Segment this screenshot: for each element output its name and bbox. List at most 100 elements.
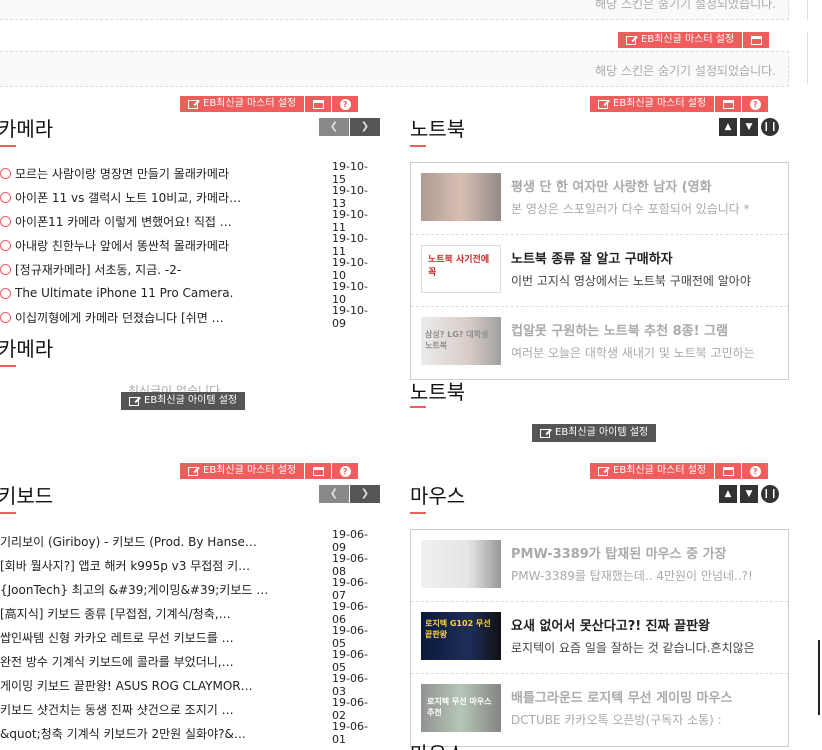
list-item[interactable]: 아이폰11 카메라 이렇게 변했어요! 직접 … 19-10-11 — [0, 208, 380, 234]
keyboard-nav: ❮ ❯ — [318, 485, 380, 503]
list-item[interactable]: [高지식] 키보드 종류 [무접점, 기계식/청축,… 19-06-06 — [0, 600, 380, 626]
check-circle-icon — [0, 239, 11, 251]
pause-icon: ❙❙ — [762, 122, 778, 132]
divider — [807, 32, 808, 84]
window-button[interactable] — [715, 463, 742, 479]
camera-title: 카메라 — [0, 117, 54, 141]
window-button[interactable] — [305, 96, 332, 112]
list-item[interactable]: 노트북 사기전에 꼭 노트북 종류 잘 알고 구매하자 이번 고지식 영상에서는… — [411, 235, 788, 307]
list-item[interactable]: 로지텍 무선 마우스 추천 배틀그라운드 로지텍 무선 게이밍 마우스 DCTU… — [411, 674, 788, 746]
master-settings-button[interactable]: EB최신글 마스터 설정 — [590, 463, 715, 479]
list-item[interactable]: &quot;청축 기계식 키보드가 2만원 실화야?&… 19-06-01 — [0, 720, 380, 746]
edit-icon — [598, 99, 608, 109]
up-button[interactable]: ▲ — [719, 118, 737, 136]
list-item[interactable]: 이십끼형에게 카메라 던졌습니다 [쉬면 … 19-10-09 — [0, 304, 380, 330]
help-icon: ? — [339, 98, 351, 110]
item-settings-button[interactable]: EB최신글 아이템 설정 — [121, 392, 246, 410]
chevron-up-icon: ▲ — [724, 489, 732, 499]
edit-icon — [188, 99, 198, 109]
hidden-skin-box-top: 해당 스킨은 숨기기 설정되었습니다. — [0, 0, 789, 20]
list-item[interactable]: 완전 방수 기계식 키보드에 콜라를 부었더니,… 19-06-05 — [0, 648, 380, 674]
title-underline — [0, 145, 16, 147]
title-underline — [0, 512, 16, 514]
help-button[interactable]: ? — [742, 463, 769, 479]
list-item[interactable]: 아이폰 11 vs 갤럭시 노트 10비교, 카메라… 19-10-13 — [0, 184, 380, 210]
window-button[interactable] — [743, 32, 770, 48]
list-item[interactable]: 게이밍 키보드 끝판왕! ASUS ROG CLAYMOR… 19-06-03 — [0, 672, 380, 698]
down-button[interactable]: ▼ — [740, 485, 758, 503]
list-item[interactable]: 모르는 사람이랑 명장면 만들기 몰래카메라 19-10-15 — [0, 160, 380, 186]
list-item[interactable]: PMW-3389가 탑재된 마우스 중 가장 PMW-3389를 탑재했는데..… — [411, 530, 788, 602]
master-settings-button[interactable]: EB최신글 마스터 설정 — [180, 96, 305, 112]
window-icon — [312, 466, 324, 476]
mouse-title-secondary: 마우스 — [410, 738, 465, 750]
help-button[interactable]: ? — [332, 96, 359, 112]
prev-button[interactable]: ❮ — [319, 485, 349, 503]
list-item[interactable]: 키보드 샷건치는 동생 진짜 샷건으로 조지기 … 19-06-02 — [0, 696, 380, 722]
list-item[interactable]: 삼성? LG? 대학생 노트북 컵알못 구원하는 노트북 추천 8종! 그램 여… — [411, 307, 788, 379]
window-button[interactable] — [715, 96, 742, 112]
check-circle-icon — [0, 311, 11, 323]
item-settings-button[interactable]: EB최신글 아이템 설정 — [532, 424, 657, 442]
down-button[interactable]: ▼ — [740, 118, 758, 136]
notebook-nav: ▲ ▼ ❙❙ — [716, 118, 779, 136]
master-settings-button[interactable]: EB최신글 마스터 설정 — [180, 463, 305, 479]
hidden-skin-box: 해당 스킨은 숨기기 설정되었습니다. — [0, 51, 789, 87]
master-settings-button[interactable]: EB최신글 마스터 설정 — [590, 96, 715, 112]
list-item[interactable]: {JoonTech} 최고의 &#39;게이밍&#39;키보드 … 19-06-0… — [0, 576, 380, 602]
divider — [807, 0, 808, 20]
notebook-title-secondary: 노트북 — [410, 380, 466, 404]
video-thumbnail[interactable]: 로지텍 무선 마우스 추천 — [421, 684, 501, 732]
chevron-up-icon: ▲ — [724, 122, 732, 132]
master-bar-top: EB최신글 마스터 설정 — [618, 32, 770, 48]
mouse-video-list: PMW-3389가 탑재된 마우스 중 가장 PMW-3389를 탑재했는데..… — [410, 529, 789, 747]
video-thumbnail[interactable]: 삼성? LG? 대학생 노트북 — [421, 317, 501, 365]
chevron-left-icon: ❮ — [329, 121, 339, 132]
window-icon — [312, 99, 324, 109]
window-icon — [722, 99, 734, 109]
hidden-skin-text: 해당 스킨은 숨기기 설정되었습니다. — [595, 64, 776, 78]
list-item[interactable]: 로지텍 G102 무선 끝판왕 요새 없어서 못산다고?! 진짜 끝판왕 로지텍… — [411, 602, 788, 674]
master-bar-camera: EB최신글 마스터 설정 ? — [180, 96, 359, 112]
list-item[interactable]: [정규재카메라] 서초동, 지금. -2- 19-10-10 — [0, 256, 380, 282]
master-bar-mouse: EB최신글 마스터 설정 ? — [590, 463, 769, 479]
list-item[interactable]: 기리보이 (Giriboy) - 키보드 (Prod. By Hanse… 19-… — [0, 528, 380, 554]
up-button[interactable]: ▲ — [719, 485, 737, 503]
pause-button[interactable]: ❙❙ — [761, 118, 779, 136]
video-thumbnail[interactable] — [421, 173, 501, 221]
pause-button[interactable]: ❙❙ — [761, 485, 779, 503]
list-item[interactable]: The Ultimate iPhone 11 Pro Camera. 19-10-… — [0, 280, 380, 306]
check-circle-icon — [0, 167, 11, 179]
video-thumbnail[interactable] — [421, 540, 501, 588]
list-item[interactable]: 아내랑 친한누나 앞에서 똥싼척 몰래카메라 19-10-11 — [0, 232, 380, 258]
pause-icon: ❙❙ — [762, 489, 778, 499]
window-button[interactable] — [305, 463, 332, 479]
help-button[interactable]: ? — [742, 96, 769, 112]
chevron-right-icon: ❯ — [360, 488, 370, 499]
check-circle-icon — [0, 263, 11, 275]
list-item[interactable]: 쌉인싸템 신형 카카오 레트로 무선 키보드를 … 19-06-05 — [0, 624, 380, 650]
edit-icon — [188, 466, 198, 476]
chevron-down-icon: ▼ — [745, 122, 753, 132]
help-button[interactable]: ? — [332, 463, 359, 479]
check-circle-icon — [0, 215, 11, 227]
video-thumbnail[interactable]: 로지텍 G102 무선 끝판왕 — [421, 612, 501, 660]
title-underline — [410, 406, 426, 408]
list-item[interactable]: 평생 단 한 여자만 사랑한 남자 (영화 본 영상은 스포일러가 다수 포함되… — [411, 163, 788, 235]
list-item[interactable]: [회바 뭘사지?] 앱코 해커 k995p v3 무접점 키… 19-06-08 — [0, 552, 380, 578]
chevron-down-icon: ▼ — [745, 489, 753, 499]
keyboard-post-list: 기리보이 (Giriboy) - 키보드 (Prod. By Hanse… 19-… — [0, 528, 380, 746]
next-button[interactable]: ❯ — [350, 118, 380, 136]
video-thumbnail[interactable]: 노트북 사기전에 꼭 — [421, 245, 501, 293]
notebook-video-list: 평생 단 한 여자만 사랑한 남자 (영화 본 영상은 스포일러가 다수 포함되… — [410, 162, 789, 380]
help-icon: ? — [749, 98, 761, 110]
next-button[interactable]: ❯ — [350, 485, 380, 503]
help-icon: ? — [749, 465, 761, 477]
chevron-left-icon: ❮ — [329, 488, 339, 499]
prev-button[interactable]: ❮ — [319, 118, 349, 136]
camera-post-list: 모르는 사람이랑 명장면 만들기 몰래카메라 19-10-15 아이폰 11 vs… — [0, 160, 380, 330]
scrollbar[interactable] — [818, 640, 820, 715]
window-icon — [750, 35, 762, 45]
master-bar-keyboard: EB최신글 마스터 설정 ? — [180, 463, 359, 479]
master-settings-button[interactable]: EB최신글 마스터 설정 — [618, 32, 743, 48]
